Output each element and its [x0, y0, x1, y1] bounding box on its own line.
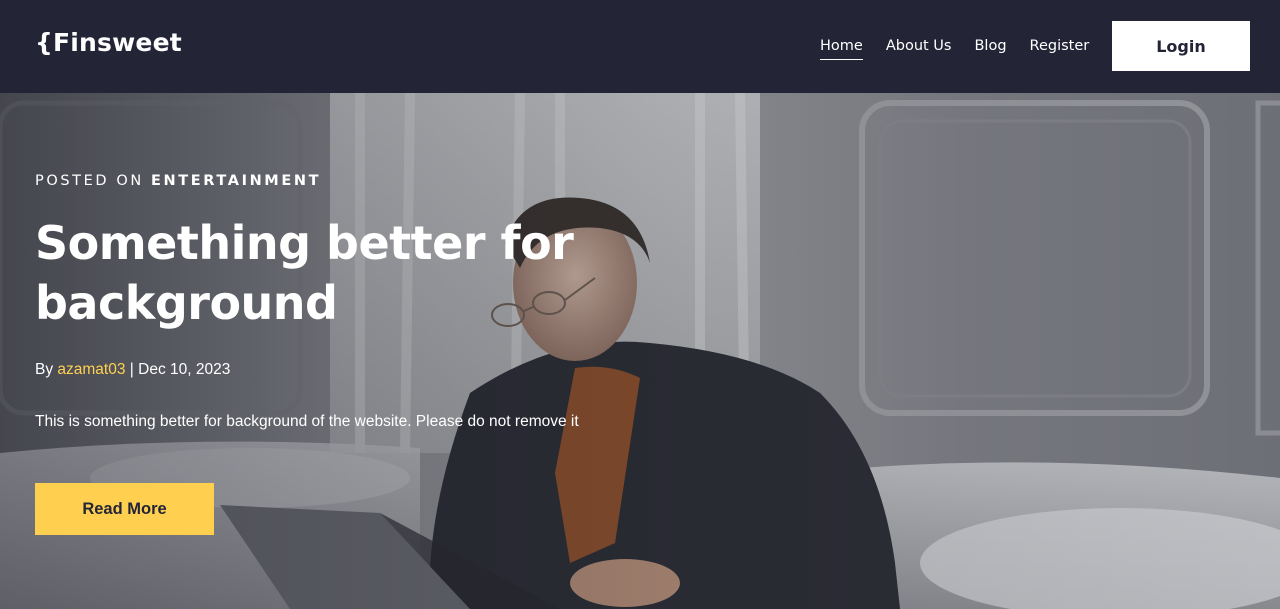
- login-button[interactable]: Login: [1112, 21, 1250, 71]
- brand-logo[interactable]: {Finsweet: [35, 26, 182, 60]
- category-link[interactable]: ENTERTAINMENT: [151, 173, 321, 189]
- nav-blog-link[interactable]: Blog: [974, 36, 1006, 60]
- post-category-line: POSTED ON ENTERTAINMENT: [35, 171, 321, 191]
- hero-description: This is something better for background …: [35, 413, 579, 430]
- nav-about-link[interactable]: About Us: [886, 36, 952, 60]
- navbar: {Finsweet Home About Us Blog Register Lo…: [0, 0, 1280, 93]
- hero-title: Something better for background: [35, 216, 574, 330]
- read-more-button[interactable]: Read More: [35, 483, 214, 535]
- meta-separator: |: [125, 361, 139, 378]
- post-meta: By azamat03 | Dec 10, 2023: [35, 360, 230, 380]
- hero-section: POSTED ON ENTERTAINMENT Something better…: [0, 93, 1280, 609]
- posted-on-label: POSTED ON: [35, 173, 152, 189]
- by-label: By: [35, 361, 58, 378]
- author-link[interactable]: azamat03: [57, 361, 125, 378]
- nav-register-link[interactable]: Register: [1030, 36, 1090, 60]
- post-date: Dec 10, 2023: [138, 361, 231, 378]
- nav-home-link[interactable]: Home: [820, 36, 863, 60]
- main-nav: Home About Us Blog Register: [820, 36, 1112, 60]
